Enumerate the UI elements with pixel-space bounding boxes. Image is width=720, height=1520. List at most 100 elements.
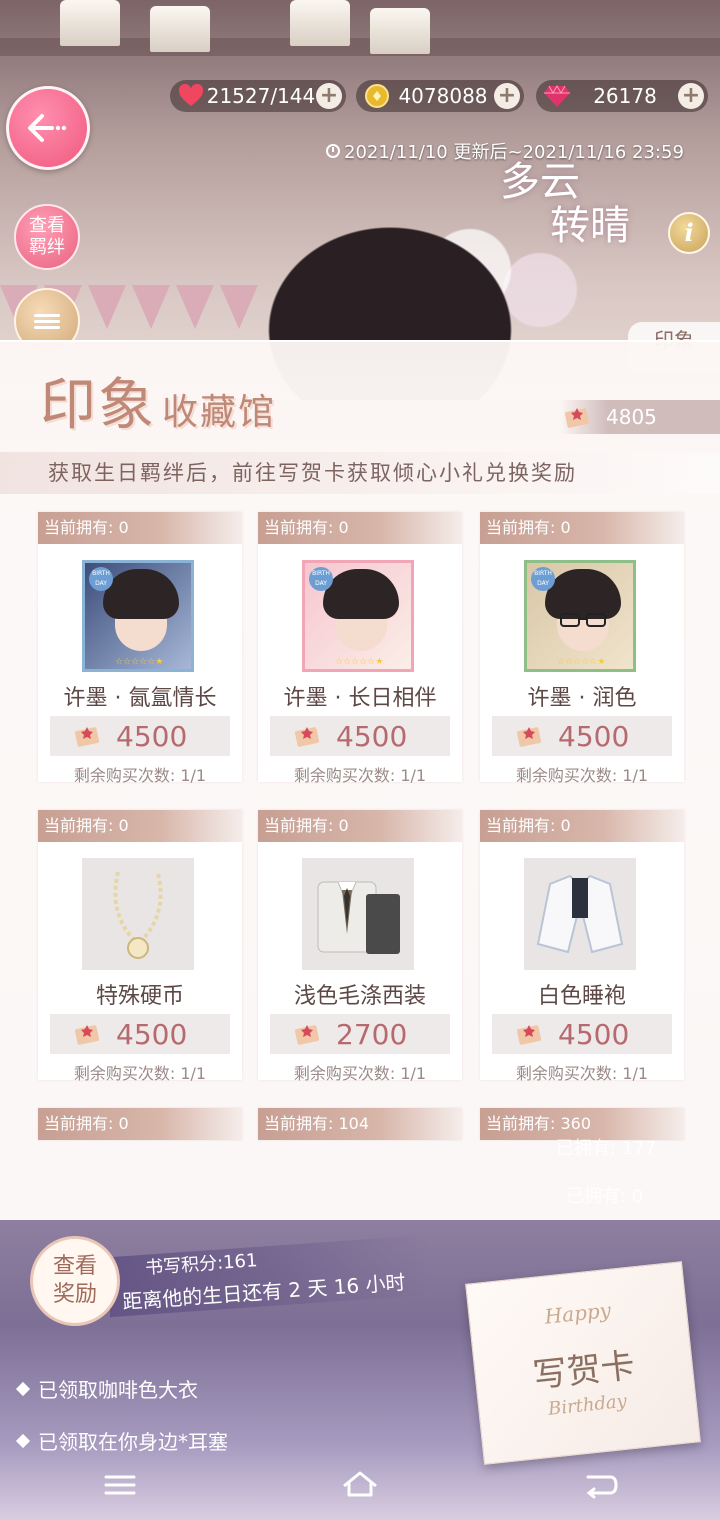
system-nav-bar	[0, 1450, 720, 1520]
coins-bar: 4078088 +	[356, 80, 524, 112]
gift-currency-balance: 4805	[560, 400, 720, 434]
shop-item-card[interactable]: 当前拥有: 0 浅色毛涤西装 2700 剩余购买次数: 1/1	[258, 810, 462, 1083]
item-thumbnail[interactable]: BIRTH DAY ☆☆☆☆☆★	[302, 560, 414, 672]
owned-count: 当前拥有: 0	[38, 810, 242, 842]
panel-instructions: 获取生日羁绊后，前往写贺卡获取倾心小礼兑换奖励	[0, 452, 720, 494]
add-stamina-button[interactable]: +	[316, 83, 342, 109]
item-name: 许墨 · 氤氲情长	[63, 686, 217, 711]
heart-icon	[176, 81, 206, 111]
remaining-purchases: 剩余购买次数: 1/1	[515, 1064, 649, 1083]
bond-card-image: BIRTH DAY ☆☆☆☆☆★	[302, 560, 414, 672]
shop-item-card[interactable]: 当前拥有: 0	[38, 1108, 242, 1140]
bond-card-image: BIRTH DAY ☆☆☆☆☆★	[82, 560, 194, 672]
shop-item-card[interactable]: 当前拥有: 0 BIRTH DAY ☆☆☆☆☆★ 许墨 · 润色 4500 剩余购买次数:…	[480, 512, 684, 785]
list-icon	[34, 311, 60, 332]
item-thumbnail[interactable]: BIRTH DAY ☆☆☆☆☆★	[524, 560, 636, 672]
stamina-value: 21527/144	[206, 84, 316, 108]
birthday-badge: BIRTH DAY	[531, 567, 555, 591]
lamp-shade	[290, 0, 350, 46]
gift-ticket-icon	[294, 727, 320, 747]
coin-necklace-image	[82, 858, 194, 970]
rarity-stars: ☆☆☆☆☆★	[557, 657, 606, 667]
owned-count: 当前拥有: 0	[258, 810, 462, 842]
gems-bar: 26178 +	[536, 80, 708, 112]
coins-value: 4078088	[398, 84, 488, 108]
price-value: 2700	[336, 1017, 408, 1051]
add-gems-button[interactable]: +	[678, 83, 704, 109]
buy-price-button[interactable]: 2700	[270, 1014, 450, 1054]
owned-counter: 已拥有: 177	[556, 1138, 657, 1159]
gift-ticket-icon	[516, 1025, 542, 1045]
price-value: 4500	[116, 1017, 188, 1051]
owned-count: 当前拥有: 0	[38, 1108, 242, 1140]
gift-ticket-icon	[74, 727, 100, 747]
view-bond-button[interactable]: 查看 羁绊	[14, 204, 80, 270]
suit-image	[302, 858, 414, 970]
coin-icon	[362, 81, 392, 111]
item-name: 许墨 · 润色	[527, 686, 637, 711]
bond-card-image: BIRTH DAY ☆☆☆☆☆★	[524, 560, 636, 672]
stamina-bar: 21527/144 +	[170, 80, 346, 112]
item-thumbnail[interactable]	[524, 858, 636, 970]
lamp-shade	[60, 0, 120, 46]
price-value: 4500	[116, 719, 188, 753]
owned-counter: 已拥有: 0	[566, 1186, 644, 1207]
remaining-purchases: 剩余购买次数: 1/1	[293, 766, 427, 785]
remaining-purchases: 剩余购买次数: 1/1	[73, 1064, 207, 1083]
buy-price-button[interactable]: 4500	[492, 1014, 672, 1054]
back-button[interactable]	[6, 86, 90, 170]
owned-count: 当前拥有: 0	[258, 512, 462, 544]
gift-ticket-icon	[294, 1025, 320, 1045]
remaining-purchases: 剩余购买次数: 1/1	[515, 766, 649, 785]
owned-count: 当前拥有: 0	[480, 512, 684, 544]
owned-count: 当前拥有: 0	[480, 810, 684, 842]
add-coins-button[interactable]: +	[494, 83, 520, 109]
remaining-purchases: 剩余购买次数: 1/1	[293, 1064, 427, 1083]
event-logo: 多云 转晴	[500, 159, 630, 249]
lamp-shade	[150, 6, 210, 52]
owned-count: 当前拥有: 0	[38, 512, 242, 544]
view-rewards-button[interactable]: 查看 奖励	[30, 1236, 120, 1326]
lamp-shade	[370, 8, 430, 54]
item-name: 许墨 · 长日相伴	[283, 686, 437, 711]
diamond-bullet-icon	[15, 1381, 31, 1396]
clock-icon	[326, 144, 340, 158]
item-name: 浅色毛涤西装	[293, 984, 426, 1009]
buy-price-button[interactable]: 4500	[50, 716, 230, 756]
gem-icon	[542, 81, 572, 111]
back-arrow-icon	[28, 114, 67, 142]
item-thumbnail[interactable]	[302, 858, 414, 970]
shop-item-card[interactable]: 当前拥有: 0 BIRTH DAY ☆☆☆☆☆★ 许墨 · 长日相伴 4500 剩余购买次…	[258, 512, 462, 785]
home-nav-icon[interactable]	[340, 1469, 380, 1501]
panel-title: 印象 收藏馆	[40, 373, 277, 438]
buy-price-button[interactable]: 4500	[492, 716, 672, 756]
gift-ticket-icon	[564, 408, 590, 428]
shop-item-card[interactable]: 当前拥有: 0 BIRTH DAY ☆☆☆☆☆★ 许墨 · 氤氲情长 4500 剩余购买次…	[38, 512, 242, 785]
price-value: 4500	[558, 719, 630, 753]
shop-item-card[interactable]: 当前拥有: 0 特殊硬币 4500 剩余购买次数: 1/1	[38, 810, 242, 1083]
shop-item-card[interactable]: 当前拥有: 104	[258, 1108, 462, 1140]
item-thumbnail[interactable]	[82, 858, 194, 970]
price-value: 4500	[558, 1017, 630, 1051]
menu-nav-icon[interactable]	[100, 1469, 140, 1501]
rarity-stars: ☆☆☆☆☆★	[335, 657, 384, 667]
owned-count: 当前拥有: 104	[258, 1108, 462, 1140]
glasses-icon	[560, 613, 606, 627]
birthday-badge: BIRTH DAY	[89, 567, 113, 591]
price-value: 4500	[336, 719, 408, 753]
item-name: 白色睡袍	[537, 984, 626, 1009]
diamond-bullet-icon	[15, 1433, 31, 1448]
item-thumbnail[interactable]: BIRTH DAY ☆☆☆☆☆★	[82, 560, 194, 672]
buy-price-button[interactable]: 4500	[50, 1014, 230, 1054]
gift-ticket-icon	[74, 1025, 100, 1045]
gems-value: 26178	[593, 84, 657, 108]
write-birthday-card-button[interactable]: Happy 写贺卡 Birthday	[465, 1261, 701, 1465]
remaining-purchases: 剩余购买次数: 1/1	[73, 766, 207, 785]
back-nav-icon[interactable]	[580, 1469, 620, 1501]
rarity-stars: ☆☆☆☆☆★	[115, 657, 164, 667]
buy-price-button[interactable]: 4500	[270, 716, 450, 756]
info-button[interactable]: i	[668, 212, 710, 254]
shop-item-card[interactable]: 当前拥有: 0 白色睡袍 4500 剩余购买次数: 1/1	[480, 810, 684, 1083]
gift-ticket-icon	[516, 727, 542, 747]
robe-image	[524, 858, 636, 970]
